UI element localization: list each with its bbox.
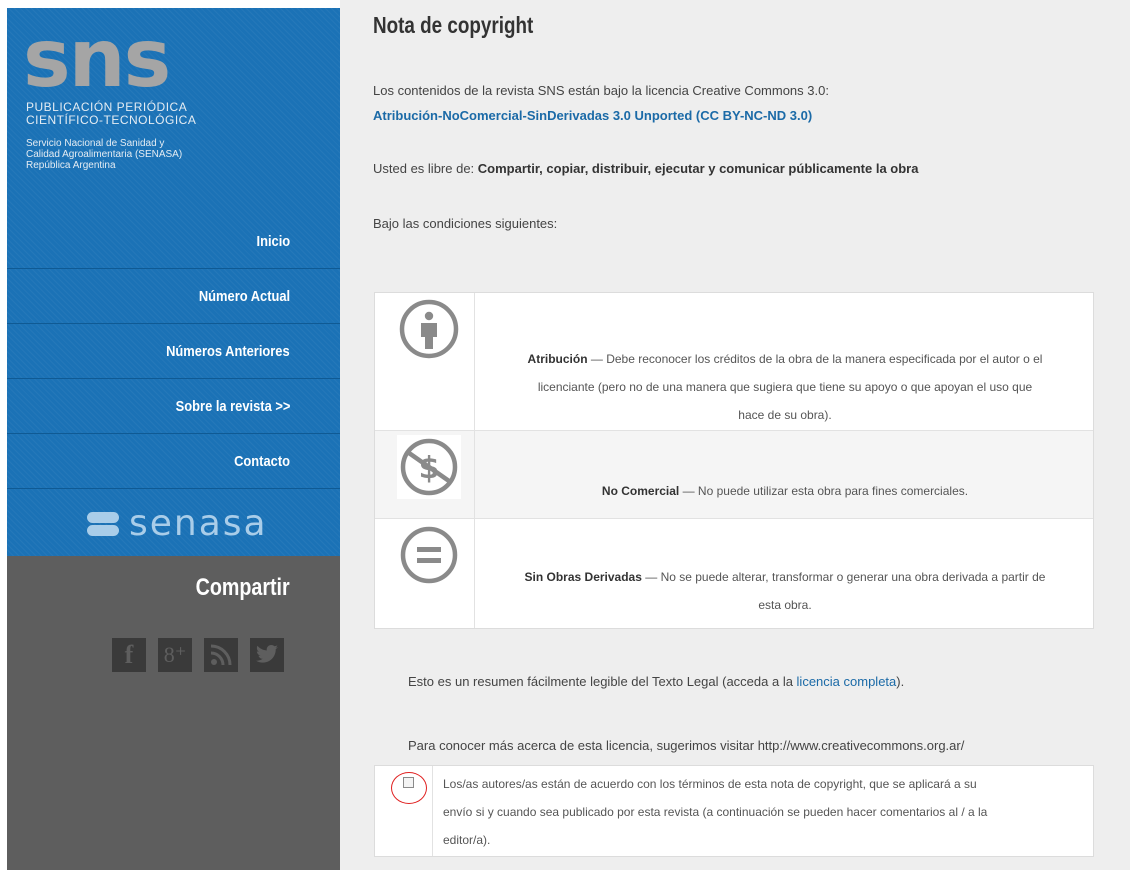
- nav-item-numeros-anteriores[interactable]: Números Anteriores: [7, 325, 340, 379]
- non-commercial-name: No Comercial: [601, 484, 680, 498]
- freedom-bold: Compartir, copiar, distribuir, ejecutar …: [477, 161, 919, 176]
- publication-subtitle-line2: CIENTÍFICO-TECNOLÓGICA: [26, 113, 197, 127]
- full-license-link[interactable]: licencia completa: [797, 674, 897, 689]
- license-row-no-derivatives: Sin Obras Derivadas — No se puede altera…: [375, 519, 1093, 628]
- no-derivatives-description: Sin Obras Derivadas — No se puede altera…: [485, 563, 1085, 619]
- copyright-agreement: Los/as autores/as están de acuerdo con l…: [374, 765, 1094, 857]
- license-row-attribution: Atribución — Debe reconocer los créditos…: [375, 293, 1093, 431]
- summary-suffix: ).: [896, 674, 905, 689]
- page-title: Nota de copyright: [373, 12, 534, 38]
- senasa-logo[interactable]: senasa: [87, 502, 307, 546]
- non-commercial-icon: $: [397, 435, 461, 499]
- summary-text: Esto es un resumen fácilmente legible de…: [408, 674, 904, 689]
- nav-label: Número Actual: [198, 288, 290, 305]
- license-link[interactable]: Atribución-NoComercial-SinDerivadas 3.0 …: [373, 108, 812, 123]
- freedom-prefix: Usted es libre de:: [373, 161, 478, 176]
- google-plus-glyph: 8⁺: [163, 642, 187, 667]
- nav-label: Números Anteriores: [166, 343, 290, 360]
- no-derivatives-icon: [397, 523, 461, 587]
- nav-item-contacto[interactable]: Contacto: [7, 435, 340, 489]
- license-icon-cell: $: [375, 431, 475, 518]
- rss-icon[interactable]: [204, 638, 238, 672]
- conditions-heading: Bajo las condiciones siguientes:: [373, 216, 558, 231]
- social-links: f 8⁺: [112, 638, 284, 672]
- nav-label: Inicio: [256, 233, 290, 250]
- agreement-text: Los/as autores/as están de acuerdo con l…: [443, 770, 1083, 854]
- non-commercial-text1: — No puede utilizar esta obra para fines…: [679, 484, 969, 498]
- senasa-wordmark: senasa: [129, 503, 268, 544]
- attribution-icon: [397, 297, 461, 361]
- license-row-non-commercial: $ No Comercial — No puede utilizar esta …: [375, 431, 1093, 519]
- license-conditions-table: Atribución — Debe reconocer los créditos…: [374, 292, 1094, 629]
- non-commercial-description: No Comercial — No puede utilizar esta ob…: [485, 477, 1085, 505]
- organization-line3: República Argentina: [26, 160, 116, 171]
- organization-line1: Servicio Nacional de Sanidad y: [26, 138, 165, 149]
- more-info-text: Para conocer más acerca de esta licencia…: [408, 738, 965, 753]
- nav-item-numero-actual[interactable]: Número Actual: [7, 270, 340, 324]
- attribution-line3: hace de su obra).: [738, 408, 832, 422]
- nav-label: Contacto: [234, 453, 290, 470]
- attribution-text1: — Debe reconocer los créditos de la obra…: [587, 352, 1043, 366]
- facebook-glyph: f: [124, 640, 134, 669]
- no-derivatives-line2: esta obra.: [758, 598, 812, 612]
- attribution-line2: licenciante (pero no de una manera que s…: [537, 380, 1033, 394]
- attribution-line1: Atribución — Debe reconocer los créditos…: [485, 345, 1085, 373]
- senasa-mark-icon: [87, 510, 119, 538]
- agreement-line2: envío si y cuando sea publicado por esta…: [443, 805, 988, 819]
- attribution-description: Atribución — Debe reconocer los créditos…: [485, 345, 1085, 429]
- sidebar: sns PUBLICACIÓN PERIÓDICA CIENTÍFICO-TEC…: [7, 8, 340, 870]
- sns-logo[interactable]: sns: [23, 14, 171, 104]
- intro-text: Los contenidos de la revista SNS están b…: [373, 83, 829, 98]
- rss-glyph: [210, 644, 232, 666]
- nav-item-sobre-la-revista[interactable]: Sobre la revista >>: [7, 380, 340, 434]
- summary-prefix: Esto es un resumen fácilmente legible de…: [408, 674, 797, 689]
- twitter-glyph: [256, 645, 278, 663]
- facebook-icon[interactable]: f: [112, 638, 146, 672]
- no-derivatives-line1: Sin Obras Derivadas — No se puede altera…: [485, 563, 1085, 591]
- freedom-text: Usted es libre de: Compartir, copiar, di…: [373, 161, 918, 176]
- attribution-name: Atribución: [527, 352, 588, 366]
- organization-line2: Calidad Agroalimentaria (SENASA): [26, 149, 183, 160]
- svg-text:$: $: [419, 451, 440, 486]
- license-icon-cell: [375, 519, 475, 628]
- twitter-icon[interactable]: [250, 638, 284, 672]
- license-icon-cell: [375, 293, 475, 430]
- google-plus-icon[interactable]: 8⁺: [158, 638, 192, 672]
- main-content: Nota de copyright Los contenidos de la r…: [340, 0, 1130, 870]
- no-derivatives-name: Sin Obras Derivadas: [524, 570, 642, 584]
- agreement-checkbox-cell: [375, 766, 433, 856]
- agreement-checkbox[interactable]: [403, 777, 414, 788]
- share-title: Compartir: [195, 574, 290, 601]
- sidebar-header: sns PUBLICACIÓN PERIÓDICA CIENTÍFICO-TEC…: [7, 8, 340, 556]
- nav-label: Sobre la revista >>: [175, 398, 290, 415]
- no-derivatives-text1: — No se puede alterar, transformar o gen…: [641, 570, 1046, 584]
- agreement-line1: Los/as autores/as están de acuerdo con l…: [443, 777, 977, 791]
- agreement-line3: editor/a).: [443, 833, 491, 847]
- nav-item-inicio[interactable]: Inicio: [7, 215, 340, 269]
